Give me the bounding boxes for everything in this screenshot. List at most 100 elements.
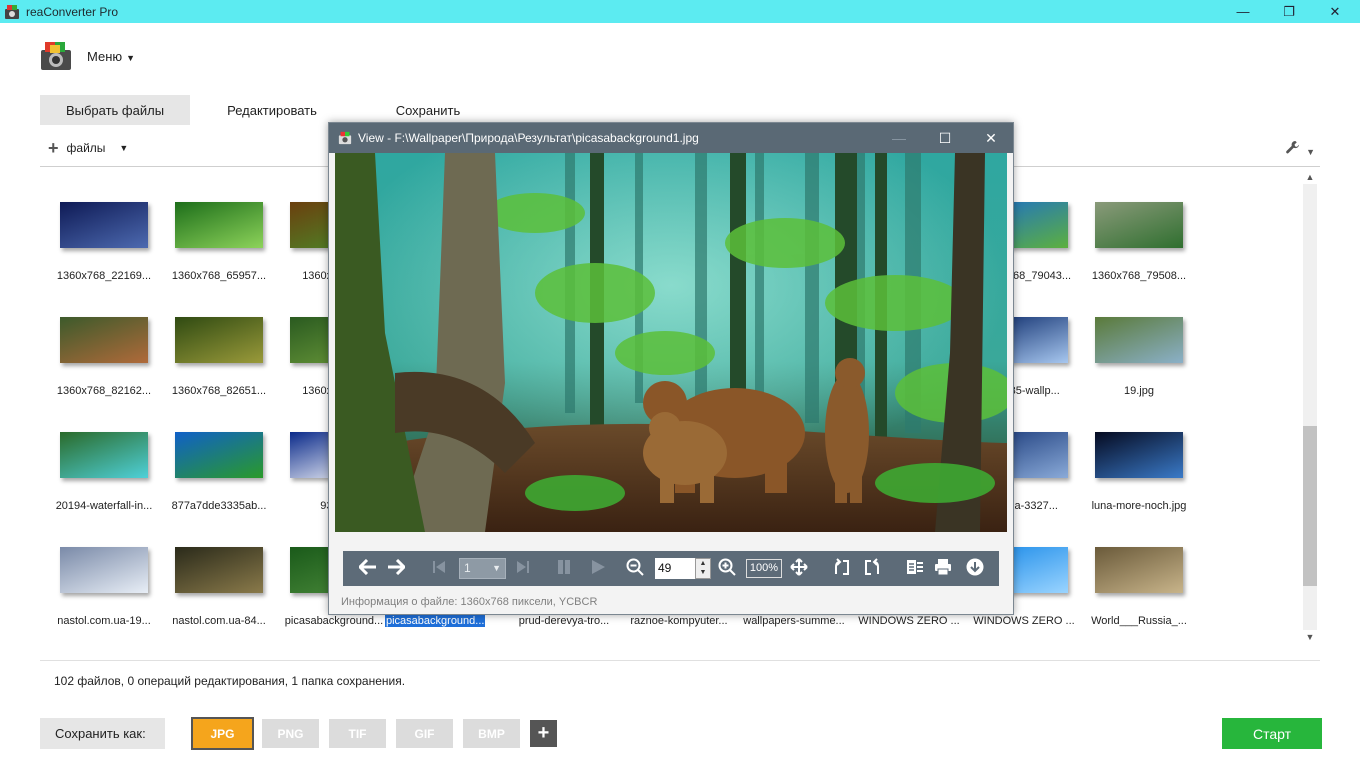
app-window: reaConverter Pro — ❐ ✕ Меню ▼ Выбрать фай… (0, 0, 1360, 768)
thumbnail-label: WINDOWS ZERO ... (973, 615, 1075, 627)
format-bmp-button[interactable]: BMP (463, 719, 520, 748)
file-thumbnail-item[interactable]: 1360x768_82651... (155, 285, 270, 400)
save-as-label: Сохранить как: (40, 718, 165, 749)
skip-first-icon (432, 560, 446, 577)
scroll-up-icon[interactable]: ▲ (1303, 170, 1317, 184)
file-info-button[interactable] (905, 551, 925, 586)
first-page-button[interactable] (429, 551, 449, 586)
start-button[interactable]: Старт (1222, 718, 1322, 749)
thumbnail-label: 1360x768_22169... (56, 270, 152, 282)
file-thumbnail-item[interactable]: 20194-waterfall-in... (40, 400, 155, 515)
thumbnail-image (1095, 547, 1183, 593)
settings-button[interactable]: ▼ (1285, 140, 1315, 159)
format-png-button[interactable]: PNG (262, 719, 319, 748)
maximize-button[interactable]: ❐ (1266, 0, 1312, 23)
zoom-input[interactable]: 49 (655, 558, 695, 579)
file-thumbnail-item[interactable]: nastol.com.ua-84... (155, 515, 270, 630)
file-thumbnail-item[interactable]: 19.jpg (1075, 285, 1190, 400)
prev-button[interactable] (357, 551, 379, 586)
save-as-text: Сохранить как: (55, 726, 146, 741)
print-button[interactable] (933, 551, 953, 586)
file-thumbnail-item[interactable]: 877a7dde3335ab... (155, 400, 270, 515)
format-jpg-button[interactable]: JPG (191, 717, 254, 750)
next-button[interactable] (385, 551, 407, 586)
menu-label: Меню (87, 49, 123, 64)
add-format-button[interactable]: + (530, 720, 557, 747)
file-thumbnail-item[interactable]: World___Russia_... (1075, 515, 1190, 630)
file-thumbnail-item[interactable]: 1360x768_82162... (40, 285, 155, 400)
file-thumbnail-item[interactable]: 1360x768_65957... (155, 170, 270, 285)
format-gif-button[interactable]: GIF (396, 719, 453, 748)
minimize-button[interactable]: — (1220, 0, 1266, 23)
format-label: TIF (348, 726, 367, 741)
scroll-thumb[interactable] (1303, 426, 1317, 586)
vertical-scrollbar[interactable]: ▲ ▼ (1303, 170, 1317, 644)
maximize-icon: ☐ (938, 129, 952, 146)
zoom-100-button[interactable]: 100% (746, 559, 782, 578)
tab-label: Выбрать файлы (65, 102, 165, 118)
viewer-title-bar[interactable]: View - F:\Wallpaper\Природа\Результат\pi… (329, 123, 1013, 153)
zoom-out-button[interactable] (625, 551, 645, 586)
zoom-out-icon (626, 558, 644, 579)
thumbnail-image (175, 202, 263, 248)
thumbnail-image (175, 547, 263, 593)
zoom-stepper[interactable]: ▲ ▼ (695, 558, 711, 579)
viewer-close-button[interactable]: ✕ (969, 123, 1013, 153)
window-title: reaConverter Pro (26, 4, 119, 19)
zoom-value: 49 (658, 561, 672, 575)
close-icon: ✕ (1329, 3, 1341, 19)
menu-button[interactable]: Меню ▼ (87, 49, 135, 64)
app-logo (40, 40, 72, 72)
pause-icon (556, 559, 572, 578)
file-thumbnail-item[interactable]: 1360x768_22169... (40, 170, 155, 285)
play-button[interactable] (587, 551, 609, 586)
stepper-up-icon[interactable]: ▲ (696, 559, 710, 568)
thumbnail-label: nastol.com.ua-84... (172, 615, 266, 627)
close-button[interactable]: ✕ (1312, 0, 1358, 23)
rotate-left-button[interactable] (833, 551, 853, 586)
thumbnail-image (1095, 432, 1183, 478)
fit-button[interactable] (789, 551, 809, 586)
viewer-image (335, 153, 1007, 532)
thumbnail-label: wallpapers-summe... (743, 615, 845, 627)
thumbnail-label: WINDOWS ZERO ... (858, 615, 960, 627)
zoom-in-icon (718, 558, 736, 579)
thumbnail-label: prud-derevya-tro... (518, 615, 610, 627)
thumbnail-image (175, 432, 263, 478)
plus-icon: + (537, 722, 550, 744)
thumbnail-label: picasabackground... (385, 615, 486, 627)
zoom-in-button[interactable] (717, 551, 737, 586)
format-tif-button[interactable]: TIF (329, 719, 386, 748)
printer-icon (934, 558, 952, 579)
rotate-right-button[interactable] (861, 551, 881, 586)
pause-button[interactable] (553, 551, 575, 586)
play-icon (590, 559, 606, 578)
thumbnail-label: luna-more-noch.jpg (1091, 500, 1187, 512)
title-bar: reaConverter Pro — ❐ ✕ (0, 0, 1360, 23)
tab-save[interactable]: Сохранить (380, 95, 476, 125)
file-thumbnail-item[interactable]: 1360x768_79508... (1075, 170, 1190, 285)
last-page-button[interactable] (513, 551, 533, 586)
format-label: BMP (478, 726, 505, 741)
scroll-down-icon[interactable]: ▼ (1303, 630, 1317, 644)
caret-down-icon: ▼ (119, 143, 129, 153)
thumbnail-label: 1360x768_65957... (171, 270, 267, 282)
format-label: GIF (414, 726, 435, 741)
rotate-right-icon (862, 558, 880, 579)
download-button[interactable] (964, 551, 986, 586)
tab-edit[interactable]: Редактировать (212, 95, 332, 125)
viewer-minimize-button[interactable]: — (877, 123, 921, 153)
forest-bears-image (335, 153, 1007, 532)
add-files-button[interactable]: + файлы ▼ (48, 139, 129, 157)
stepper-down-icon[interactable]: ▼ (696, 568, 710, 577)
app-logo-icon (4, 4, 20, 20)
info-page-icon (906, 558, 924, 579)
file-thumbnail-item[interactable]: nastol.com.ua-19... (40, 515, 155, 630)
thumbnail-label: 1360x768_82162... (56, 385, 152, 397)
rotate-left-icon (834, 558, 852, 579)
page-select[interactable]: 1 ▼ (459, 558, 506, 579)
file-thumbnail-item[interactable]: luna-more-noch.jpg (1075, 400, 1190, 515)
tab-select-files[interactable]: Выбрать файлы (40, 95, 190, 125)
thumbnail-label: 1360x768_79508... (1091, 270, 1187, 282)
viewer-maximize-button[interactable]: ☐ (923, 123, 967, 153)
